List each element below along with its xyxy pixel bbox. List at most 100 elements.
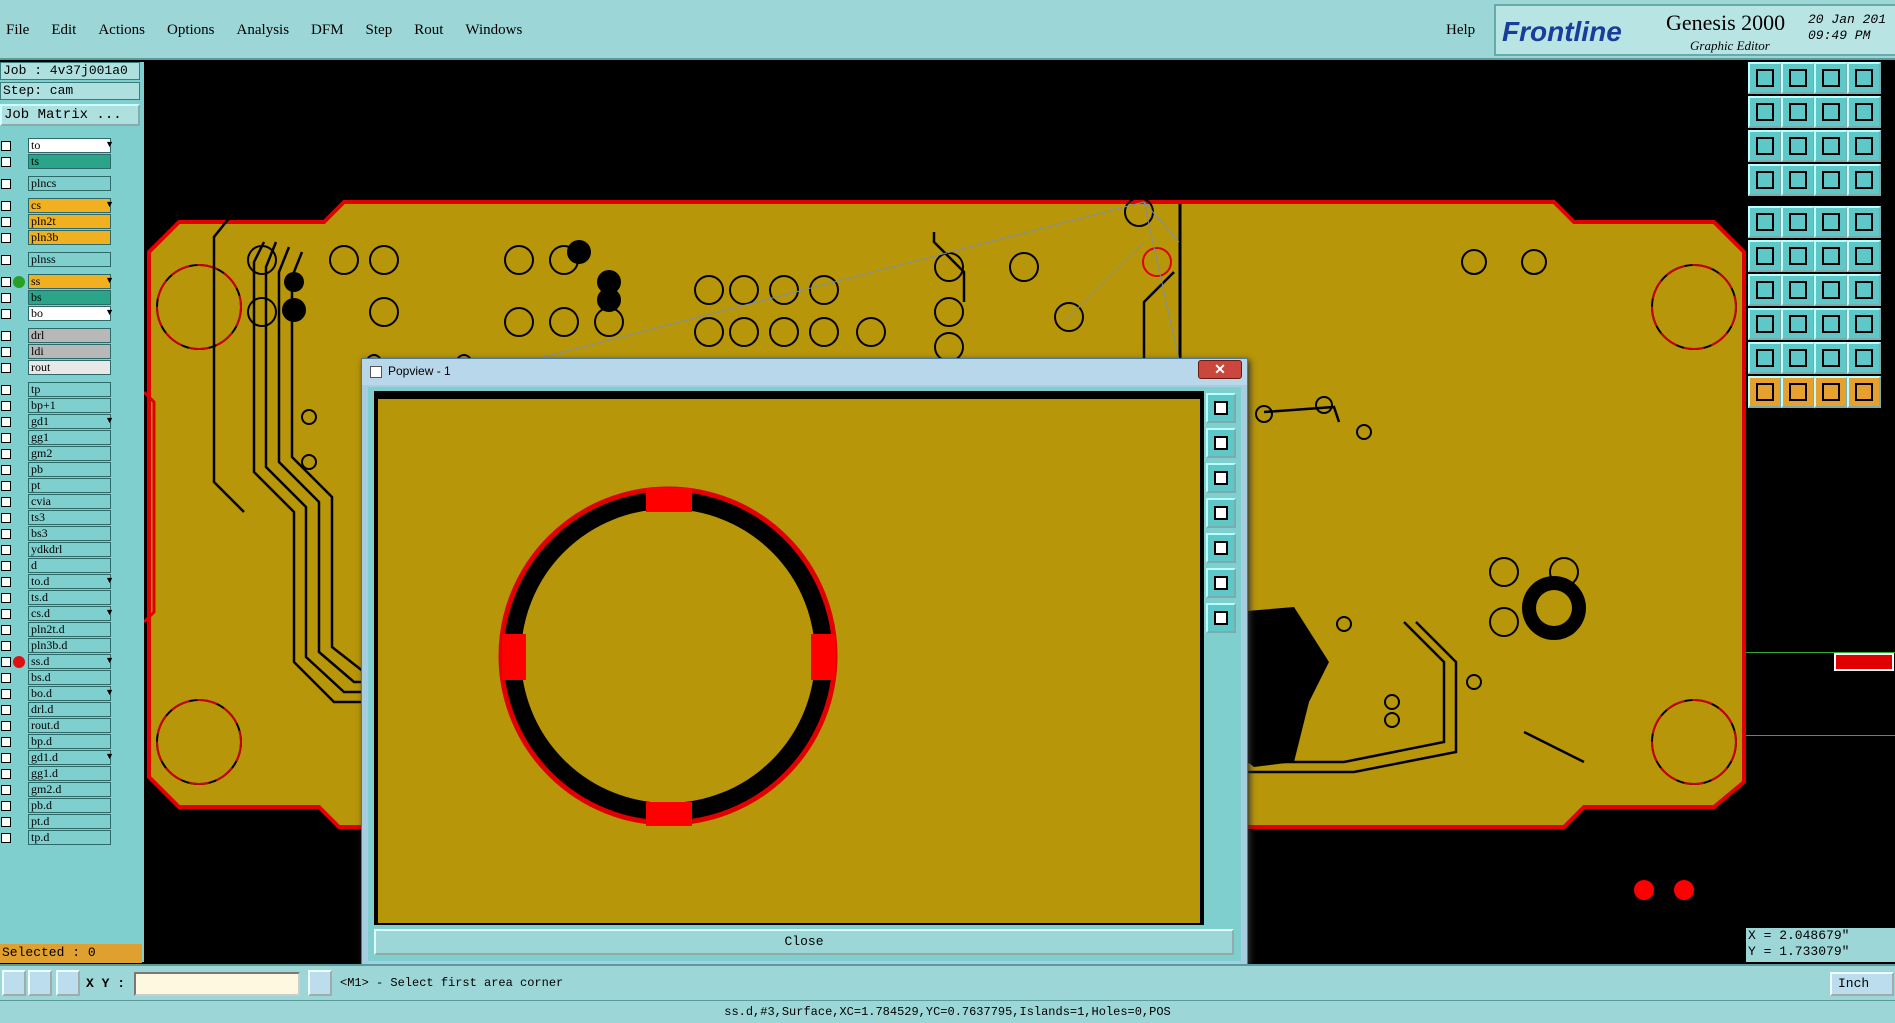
layer-row[interactable]: ts3 xyxy=(0,510,116,525)
layer-name[interactable]: gg1.d xyxy=(28,766,111,781)
toolbar-button-icon[interactable] xyxy=(1781,274,1815,306)
layer-checkbox[interactable] xyxy=(1,609,11,619)
menu-step[interactable]: Step xyxy=(366,22,393,39)
toolbar-button-icon[interactable] xyxy=(1814,206,1848,238)
layer-name[interactable]: pln2t xyxy=(28,214,111,229)
toolbar-button-icon[interactable] xyxy=(1748,376,1782,408)
layer-name[interactable]: ss xyxy=(28,274,111,289)
layer-row[interactable]: bo.d ▼ xyxy=(0,686,116,701)
layer-checkbox[interactable] xyxy=(1,363,11,373)
layer-checkbox[interactable] xyxy=(1,309,11,319)
toolbar-button-icon[interactable] xyxy=(1781,240,1815,272)
toolbar-button-icon[interactable] xyxy=(1781,342,1815,374)
layer-row[interactable]: bs xyxy=(0,290,116,305)
layer-row[interactable]: ss.d ▼ xyxy=(0,654,116,669)
job-matrix-button[interactable]: Job Matrix ... xyxy=(0,104,140,126)
close-window-icon[interactable]: ✕ xyxy=(1198,360,1242,379)
layer-name[interactable]: gd1 xyxy=(28,414,111,429)
toolbar-button-icon[interactable] xyxy=(1847,130,1881,162)
layer-name[interactable]: tp xyxy=(28,382,111,397)
layer-name[interactable]: gd1.d xyxy=(28,750,111,765)
toolbar-button-icon[interactable] xyxy=(1847,240,1881,272)
layer-row[interactable]: bs3 xyxy=(0,526,116,541)
layer-checkbox[interactable] xyxy=(1,833,11,843)
layer-name[interactable]: cs.d xyxy=(28,606,111,621)
layer-row[interactable]: gm2 xyxy=(0,446,116,461)
zoom-area-icon[interactable] xyxy=(2,970,26,996)
toolbar-button-icon[interactable] xyxy=(1814,240,1848,272)
toolbar-button-icon[interactable] xyxy=(1748,62,1782,94)
layer-name[interactable]: pln3b.d xyxy=(28,638,111,653)
layer-row[interactable]: gg1 xyxy=(0,430,116,445)
toolbar-button-icon[interactable] xyxy=(1847,274,1881,306)
toolbar-button-icon[interactable] xyxy=(1781,376,1815,408)
layer-row[interactable]: to.d ▼ xyxy=(0,574,116,589)
layer-name[interactable]: drl xyxy=(28,328,111,343)
layer-name[interactable]: ts xyxy=(28,154,111,169)
menu-options[interactable]: Options xyxy=(167,22,215,39)
layer-row[interactable]: pb xyxy=(0,462,116,477)
layer-row[interactable]: pln3b xyxy=(0,230,116,245)
layer-row[interactable]: cs.d ▼ xyxy=(0,606,116,621)
toolbar-button-icon[interactable] xyxy=(1781,206,1815,238)
layer-checkbox[interactable] xyxy=(1,217,11,227)
menu-windows[interactable]: Windows xyxy=(465,22,522,39)
toolbar-button-icon[interactable] xyxy=(1748,308,1782,340)
menu-rout[interactable]: Rout xyxy=(414,22,443,39)
layer-row[interactable]: gd1.d ▼ xyxy=(0,750,116,765)
layer-name[interactable]: gm2 xyxy=(28,446,111,461)
xy-input[interactable] xyxy=(134,972,300,996)
layer-row[interactable]: cs ▼ xyxy=(0,198,116,213)
layer-checkbox[interactable] xyxy=(1,753,11,763)
layer-row[interactable]: bo ▼ xyxy=(0,306,116,321)
layer-checkbox[interactable] xyxy=(1,561,11,571)
toolbar-button-icon[interactable] xyxy=(1748,342,1782,374)
menu-analysis[interactable]: Analysis xyxy=(237,22,290,39)
toolbar-button-icon[interactable] xyxy=(1847,62,1881,94)
toolbar-button-icon[interactable] xyxy=(1814,342,1848,374)
popview-tool-icon[interactable] xyxy=(1206,603,1236,633)
toolbar-button-icon[interactable] xyxy=(1847,308,1881,340)
layer-checkbox[interactable] xyxy=(1,545,11,555)
popview-titlebar[interactable]: Popview - 1 ✕ xyxy=(362,359,1247,385)
layer-checkbox[interactable] xyxy=(1,201,11,211)
layer-row[interactable]: ss ▼ xyxy=(0,274,116,289)
layer-name[interactable]: tp.d xyxy=(28,830,111,845)
layer-row[interactable]: gm2.d xyxy=(0,782,116,797)
layer-name[interactable]: drl.d xyxy=(28,702,111,717)
layer-row[interactable]: cvia xyxy=(0,494,116,509)
layer-checkbox[interactable] xyxy=(1,673,11,683)
layer-row[interactable]: bp+1 xyxy=(0,398,116,413)
layer-row[interactable]: pt xyxy=(0,478,116,493)
layer-checkbox[interactable] xyxy=(1,577,11,587)
units-selector[interactable]: Inch xyxy=(1830,972,1894,996)
layer-name[interactable]: bp.d xyxy=(28,734,111,749)
layer-row[interactable]: to ▼ xyxy=(0,138,116,153)
layer-checkbox[interactable] xyxy=(1,801,11,811)
layer-checkbox[interactable] xyxy=(1,497,11,507)
layer-row[interactable]: tp.d xyxy=(0,830,116,845)
toolbar-button-icon[interactable] xyxy=(1748,96,1782,128)
layer-checkbox[interactable] xyxy=(1,689,11,699)
layer-checkbox[interactable] xyxy=(1,625,11,635)
layer-name[interactable]: bo xyxy=(28,306,111,321)
layer-name[interactable]: rout.d xyxy=(28,718,111,733)
layer-checkbox[interactable] xyxy=(1,233,11,243)
toolbar-button-icon[interactable] xyxy=(1847,206,1881,238)
layer-row[interactable]: bs.d xyxy=(0,670,116,685)
layer-row[interactable]: pln2t.d xyxy=(0,622,116,637)
layer-name[interactable]: ldi xyxy=(28,344,111,359)
layer-row[interactable]: gg1.d xyxy=(0,766,116,781)
layer-checkbox[interactable] xyxy=(1,593,11,603)
layer-row[interactable]: plncs xyxy=(0,176,116,191)
layer-checkbox[interactable] xyxy=(1,769,11,779)
layer-checkbox[interactable] xyxy=(1,347,11,357)
layer-name[interactable]: cs xyxy=(28,198,111,213)
toolbar-button-icon[interactable] xyxy=(1847,376,1881,408)
menu-edit[interactable]: Edit xyxy=(51,22,76,39)
layer-row[interactable]: ts.d xyxy=(0,590,116,605)
menu-help[interactable]: Help xyxy=(1446,22,1475,39)
toolbar-button-icon[interactable] xyxy=(1847,342,1881,374)
toolbar-button-icon[interactable] xyxy=(1847,164,1881,196)
layer-name[interactable]: pt xyxy=(28,478,111,493)
